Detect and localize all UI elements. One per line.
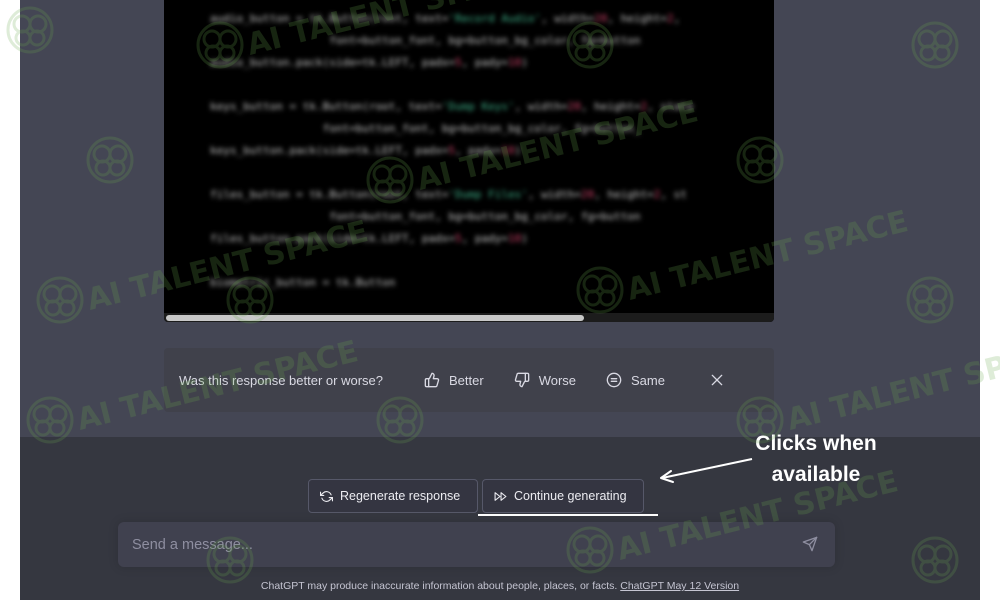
continue-button-underline xyxy=(478,514,658,516)
code-line: audio_button = tk.Button(root, text='Rec… xyxy=(210,12,681,25)
worse-button[interactable]: Worse xyxy=(514,372,576,388)
chat-window: audio_button = tk.Button(root, text='Rec… xyxy=(20,0,980,600)
code-line: font=button_font, bg=button_bg_color, fg… xyxy=(210,34,641,47)
message-composer xyxy=(118,522,835,567)
feedback-question: Was this response better or worse? xyxy=(179,372,383,388)
better-button[interactable]: Better xyxy=(424,372,484,388)
continue-generating-button[interactable]: Continue generating xyxy=(482,479,644,513)
code-line: files_button.pack(side=tk.LEFT, padx=5, … xyxy=(210,232,528,245)
code-line: biometric_button = tk.Button xyxy=(210,276,396,289)
same-button[interactable]: Same xyxy=(606,372,665,388)
callout-line-1: Clicks when xyxy=(755,432,877,455)
code-line: keys_button.pack(side=tk.LEFT, padx=5, p… xyxy=(210,144,522,157)
code-line: font=button_font, bg=button_bg_color, fg… xyxy=(210,210,641,223)
fast-forward-icon xyxy=(494,491,507,501)
code-line: font=button_font, bg=button_bg_color, fg… xyxy=(210,122,641,135)
callout-line-2: available xyxy=(771,463,861,486)
refresh-icon xyxy=(320,490,333,502)
code-block: audio_button = tk.Button(root, text='Rec… xyxy=(164,0,774,322)
version-link[interactable]: ChatGPT May 12 Version xyxy=(620,580,739,592)
thumbs-down-icon xyxy=(514,372,530,388)
footer-disclaimer: ChatGPT may produce inaccurate informati… xyxy=(20,580,980,592)
close-icon xyxy=(711,374,723,386)
regenerate-response-button[interactable]: Regenerate response xyxy=(308,479,478,513)
feedback-bar: Was this response better or worse? Bette… xyxy=(164,348,774,412)
better-label: Better xyxy=(449,372,484,388)
equal-circle-icon xyxy=(606,372,622,388)
disclaimer-text: ChatGPT may produce inaccurate informati… xyxy=(260,580,618,592)
code-scrollbar-thumb[interactable] xyxy=(166,315,584,321)
worse-label: Worse xyxy=(538,372,577,388)
close-feedback-button[interactable] xyxy=(709,372,725,388)
code-line: keys_button = tk.Button(root, text='Dump… xyxy=(210,100,694,113)
message-input[interactable] xyxy=(132,522,772,567)
code-content: audio_button = tk.Button(root, text='Rec… xyxy=(164,0,774,294)
callout-text: Clicks when available xyxy=(726,428,906,490)
regenerate-label: Regenerate response xyxy=(340,489,461,503)
thumbs-up-icon xyxy=(424,372,440,388)
code-line: audio_button.pack(side=tk.LEFT, padx=5, … xyxy=(210,56,528,69)
same-label: Same xyxy=(631,372,665,388)
continue-label: Continue generating xyxy=(514,489,627,503)
send-icon xyxy=(802,536,818,552)
code-line: files_button = tk.Button(root, text='Dum… xyxy=(210,188,687,201)
send-button[interactable] xyxy=(802,536,818,557)
